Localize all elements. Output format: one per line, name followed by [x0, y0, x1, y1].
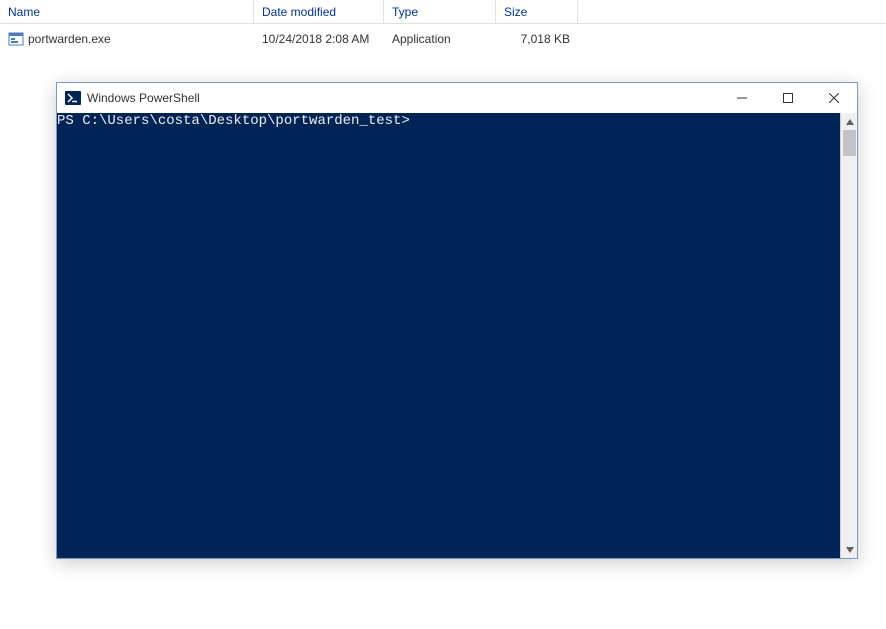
- file-date-cell: 10/24/2018 2:08 AM: [254, 30, 384, 48]
- column-header-name[interactable]: Name: [0, 0, 254, 23]
- file-name-text: portwarden.exe: [28, 32, 111, 46]
- maximize-button[interactable]: [765, 83, 811, 113]
- file-type-cell: Application: [384, 30, 496, 48]
- explorer-column-headers: Name Date modified Type Size: [0, 0, 886, 24]
- scroll-thumb[interactable]: [843, 130, 856, 156]
- powershell-titlebar[interactable]: Windows PowerShell: [57, 83, 857, 113]
- window-controls: [719, 83, 857, 113]
- exe-file-icon: [8, 31, 24, 47]
- column-header-date[interactable]: Date modified: [254, 0, 384, 23]
- powershell-terminal[interactable]: PS C:\Users\costa\Desktop\portwarden_tes…: [57, 113, 840, 558]
- powershell-window: Windows PowerShell PS C:\Users\costa\Des…: [56, 82, 858, 559]
- column-header-size[interactable]: Size: [496, 0, 578, 23]
- minimize-button[interactable]: [719, 83, 765, 113]
- powershell-title-text: Windows PowerShell: [87, 91, 719, 105]
- scroll-up-arrow-icon[interactable]: [841, 113, 858, 130]
- file-row[interactable]: portwarden.exe 10/24/2018 2:08 AM Applic…: [0, 24, 886, 48]
- close-button[interactable]: [811, 83, 857, 113]
- file-size-cell: 7,018 KB: [496, 30, 578, 48]
- terminal-scrollbar[interactable]: [840, 113, 857, 558]
- powershell-body: PS C:\Users\costa\Desktop\portwarden_tes…: [57, 113, 857, 558]
- file-explorer-list: Name Date modified Type Size portwarden.…: [0, 0, 886, 48]
- scroll-down-arrow-icon[interactable]: [841, 541, 858, 558]
- powershell-prompt: PS C:\Users\costa\Desktop\portwarden_tes…: [57, 113, 410, 129]
- powershell-icon: [65, 90, 81, 106]
- file-name-cell: portwarden.exe: [0, 29, 254, 49]
- column-header-type[interactable]: Type: [384, 0, 496, 23]
